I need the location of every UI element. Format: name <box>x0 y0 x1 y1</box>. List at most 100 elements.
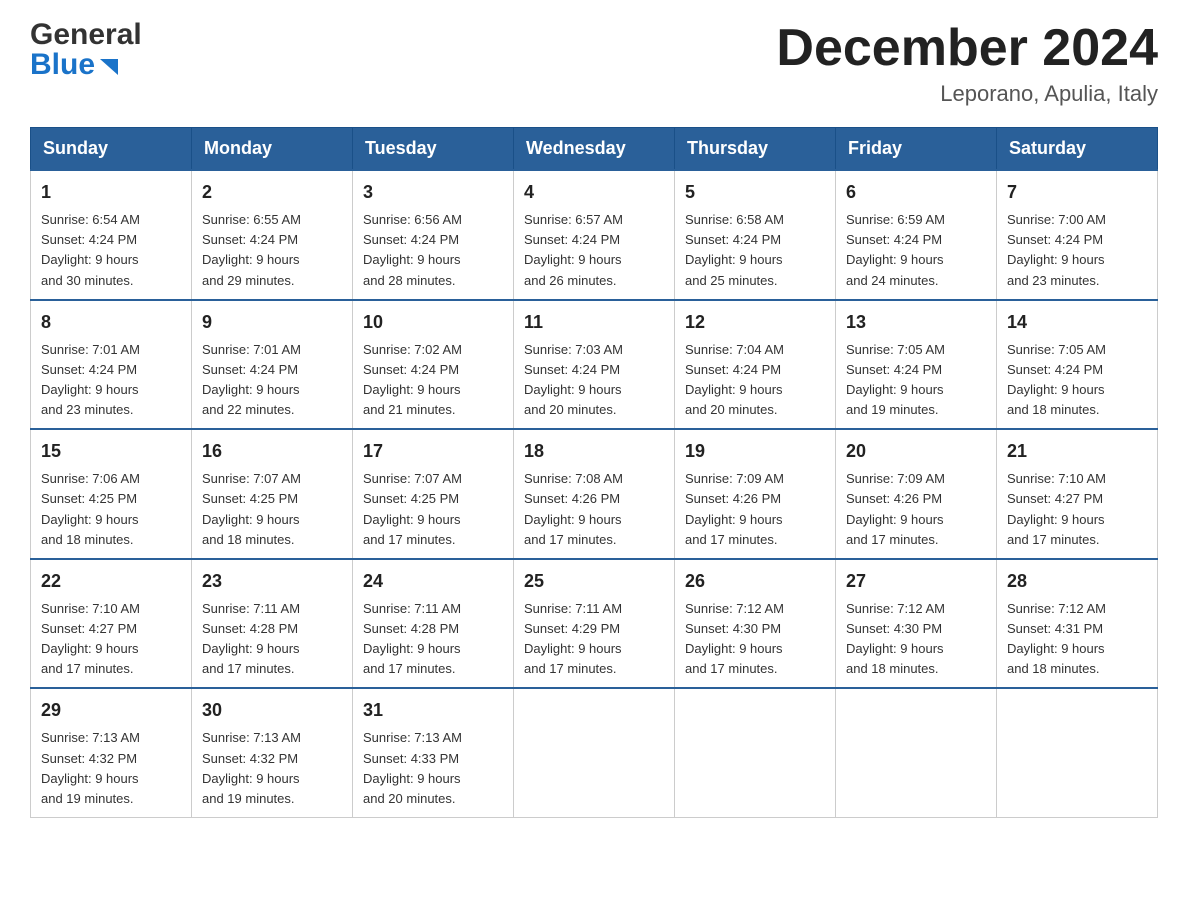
day-cell-11: 11Sunrise: 7:03 AMSunset: 4:24 PMDayligh… <box>514 300 675 430</box>
week-row-1: 1 Sunrise: 6:54 AMSunset: 4:24 PMDaylight… <box>31 170 1158 300</box>
day-cell-21: 21 Sunrise: 7:10 AMSunset: 4:27 PMDayligh… <box>997 429 1158 559</box>
day-cell-19: 19Sunrise: 7:09 AMSunset: 4:26 PMDayligh… <box>675 429 836 559</box>
day-info: Sunrise: 6:54 AMSunset: 4:24 PMDaylight:… <box>41 210 181 291</box>
day-cell-16: 16 Sunrise: 7:07 AMSunset: 4:25 PMDayligh… <box>192 429 353 559</box>
day-number: 31 <box>363 697 503 724</box>
day-cell-5: 5 Sunrise: 6:58 AMSunset: 4:24 PMDaylight… <box>675 170 836 300</box>
day-info: Sunrise: 7:02 AMSunset: 4:24 PMDaylight:… <box>363 340 503 421</box>
day-info: Sunrise: 6:55 AMSunset: 4:24 PMDaylight:… <box>202 210 342 291</box>
day-cell-7: 7 Sunrise: 7:00 AMSunset: 4:24 PMDaylight… <box>997 170 1158 300</box>
weekday-header-sunday: Sunday <box>31 128 192 171</box>
day-cell-20: 20 Sunrise: 7:09 AMSunset: 4:26 PMDayligh… <box>836 429 997 559</box>
logo: General Blue <box>30 20 142 80</box>
logo-blue: Blue <box>30 50 95 80</box>
day-cell-9: 9 Sunrise: 7:01 AMSunset: 4:24 PMDaylight… <box>192 300 353 430</box>
title-section: December 2024 Leporano, Apulia, Italy <box>776 20 1158 107</box>
day-cell-27: 27 Sunrise: 7:12 AMSunset: 4:30 PMDayligh… <box>836 559 997 689</box>
logo-text: General Blue <box>30 20 142 80</box>
day-info: Sunrise: 7:11 AMSunset: 4:29 PMDaylight:… <box>524 599 664 680</box>
day-number: 13 <box>846 309 986 336</box>
day-info: Sunrise: 7:08 AMSunset: 4:26 PMDaylight:… <box>524 469 664 550</box>
month-title: December 2024 <box>776 20 1158 77</box>
day-number: 2 <box>202 179 342 206</box>
day-number: 23 <box>202 568 342 595</box>
day-number: 7 <box>1007 179 1147 206</box>
weekday-header-wednesday: Wednesday <box>514 128 675 171</box>
day-info: Sunrise: 7:04 AMSunset: 4:24 PMDaylight:… <box>685 340 825 421</box>
day-cell-13: 13 Sunrise: 7:05 AMSunset: 4:24 PMDayligh… <box>836 300 997 430</box>
weekday-header-thursday: Thursday <box>675 128 836 171</box>
day-info: Sunrise: 7:12 AMSunset: 4:31 PMDaylight:… <box>1007 599 1147 680</box>
day-cell-30: 30 Sunrise: 7:13 AMSunset: 4:32 PMDayligh… <box>192 688 353 817</box>
day-cell-31: 31Sunrise: 7:13 AMSunset: 4:33 PMDayligh… <box>353 688 514 817</box>
day-info: Sunrise: 6:58 AMSunset: 4:24 PMDaylight:… <box>685 210 825 291</box>
day-info: Sunrise: 7:10 AMSunset: 4:27 PMDaylight:… <box>41 599 181 680</box>
day-number: 28 <box>1007 568 1147 595</box>
logo-triangle-icon <box>98 55 120 77</box>
day-number: 8 <box>41 309 181 336</box>
day-number: 22 <box>41 568 181 595</box>
day-info: Sunrise: 6:57 AMSunset: 4:24 PMDaylight:… <box>524 210 664 291</box>
day-number: 3 <box>363 179 503 206</box>
empty-cell <box>514 688 675 817</box>
day-cell-23: 23Sunrise: 7:11 AMSunset: 4:28 PMDayligh… <box>192 559 353 689</box>
day-info: Sunrise: 7:05 AMSunset: 4:24 PMDaylight:… <box>846 340 986 421</box>
day-info: Sunrise: 7:12 AMSunset: 4:30 PMDaylight:… <box>685 599 825 680</box>
day-cell-4: 4Sunrise: 6:57 AMSunset: 4:24 PMDaylight… <box>514 170 675 300</box>
weekday-header-monday: Monday <box>192 128 353 171</box>
day-cell-18: 18 Sunrise: 7:08 AMSunset: 4:26 PMDayligh… <box>514 429 675 559</box>
day-info: Sunrise: 6:59 AMSunset: 4:24 PMDaylight:… <box>846 210 986 291</box>
day-cell-8: 8 Sunrise: 7:01 AMSunset: 4:24 PMDaylight… <box>31 300 192 430</box>
day-number: 25 <box>524 568 664 595</box>
day-info: Sunrise: 7:03 AMSunset: 4:24 PMDaylight:… <box>524 340 664 421</box>
day-cell-2: 2 Sunrise: 6:55 AMSunset: 4:24 PMDaylight… <box>192 170 353 300</box>
day-info: Sunrise: 7:12 AMSunset: 4:30 PMDaylight:… <box>846 599 986 680</box>
weekday-header-row: SundayMondayTuesdayWednesdayThursdayFrid… <box>31 128 1158 171</box>
day-info: Sunrise: 7:00 AMSunset: 4:24 PMDaylight:… <box>1007 210 1147 291</box>
day-number: 14 <box>1007 309 1147 336</box>
day-cell-15: 15Sunrise: 7:06 AMSunset: 4:25 PMDayligh… <box>31 429 192 559</box>
day-info: Sunrise: 7:13 AMSunset: 4:32 PMDaylight:… <box>41 728 181 809</box>
day-info: Sunrise: 7:01 AMSunset: 4:24 PMDaylight:… <box>202 340 342 421</box>
day-number: 6 <box>846 179 986 206</box>
day-number: 29 <box>41 697 181 724</box>
empty-cell <box>675 688 836 817</box>
day-number: 30 <box>202 697 342 724</box>
page-header: General Blue December 2024 Leporano, Apu… <box>30 20 1158 107</box>
day-info: Sunrise: 7:10 AMSunset: 4:27 PMDaylight:… <box>1007 469 1147 550</box>
day-number: 16 <box>202 438 342 465</box>
weekday-header-friday: Friday <box>836 128 997 171</box>
day-number: 1 <box>41 179 181 206</box>
day-number: 5 <box>685 179 825 206</box>
day-number: 20 <box>846 438 986 465</box>
day-info: Sunrise: 7:09 AMSunset: 4:26 PMDaylight:… <box>685 469 825 550</box>
day-info: Sunrise: 7:07 AMSunset: 4:25 PMDaylight:… <box>363 469 503 550</box>
day-cell-28: 28 Sunrise: 7:12 AMSunset: 4:31 PMDayligh… <box>997 559 1158 689</box>
day-number: 12 <box>685 309 825 336</box>
weekday-header-saturday: Saturday <box>997 128 1158 171</box>
day-info: Sunrise: 7:07 AMSunset: 4:25 PMDaylight:… <box>202 469 342 550</box>
empty-cell <box>836 688 997 817</box>
day-cell-25: 25 Sunrise: 7:11 AMSunset: 4:29 PMDayligh… <box>514 559 675 689</box>
day-number: 9 <box>202 309 342 336</box>
weekday-header-tuesday: Tuesday <box>353 128 514 171</box>
day-cell-26: 26Sunrise: 7:12 AMSunset: 4:30 PMDayligh… <box>675 559 836 689</box>
day-info: Sunrise: 7:01 AMSunset: 4:24 PMDaylight:… <box>41 340 181 421</box>
day-info: Sunrise: 7:05 AMSunset: 4:24 PMDaylight:… <box>1007 340 1147 421</box>
day-cell-1: 1 Sunrise: 6:54 AMSunset: 4:24 PMDaylight… <box>31 170 192 300</box>
day-number: 21 <box>1007 438 1147 465</box>
day-cell-10: 10Sunrise: 7:02 AMSunset: 4:24 PMDayligh… <box>353 300 514 430</box>
location-subtitle: Leporano, Apulia, Italy <box>776 81 1158 107</box>
day-info: Sunrise: 7:09 AMSunset: 4:26 PMDaylight:… <box>846 469 986 550</box>
day-number: 18 <box>524 438 664 465</box>
day-info: Sunrise: 7:13 AMSunset: 4:32 PMDaylight:… <box>202 728 342 809</box>
day-cell-6: 6 Sunrise: 6:59 AMSunset: 4:24 PMDaylight… <box>836 170 997 300</box>
day-cell-24: 24Sunrise: 7:11 AMSunset: 4:28 PMDayligh… <box>353 559 514 689</box>
day-number: 27 <box>846 568 986 595</box>
day-number: 15 <box>41 438 181 465</box>
day-cell-29: 29 Sunrise: 7:13 AMSunset: 4:32 PMDayligh… <box>31 688 192 817</box>
day-cell-17: 17 Sunrise: 7:07 AMSunset: 4:25 PMDayligh… <box>353 429 514 559</box>
day-number: 17 <box>363 438 503 465</box>
day-cell-12: 12 Sunrise: 7:04 AMSunset: 4:24 PMDayligh… <box>675 300 836 430</box>
day-cell-14: 14 Sunrise: 7:05 AMSunset: 4:24 PMDayligh… <box>997 300 1158 430</box>
